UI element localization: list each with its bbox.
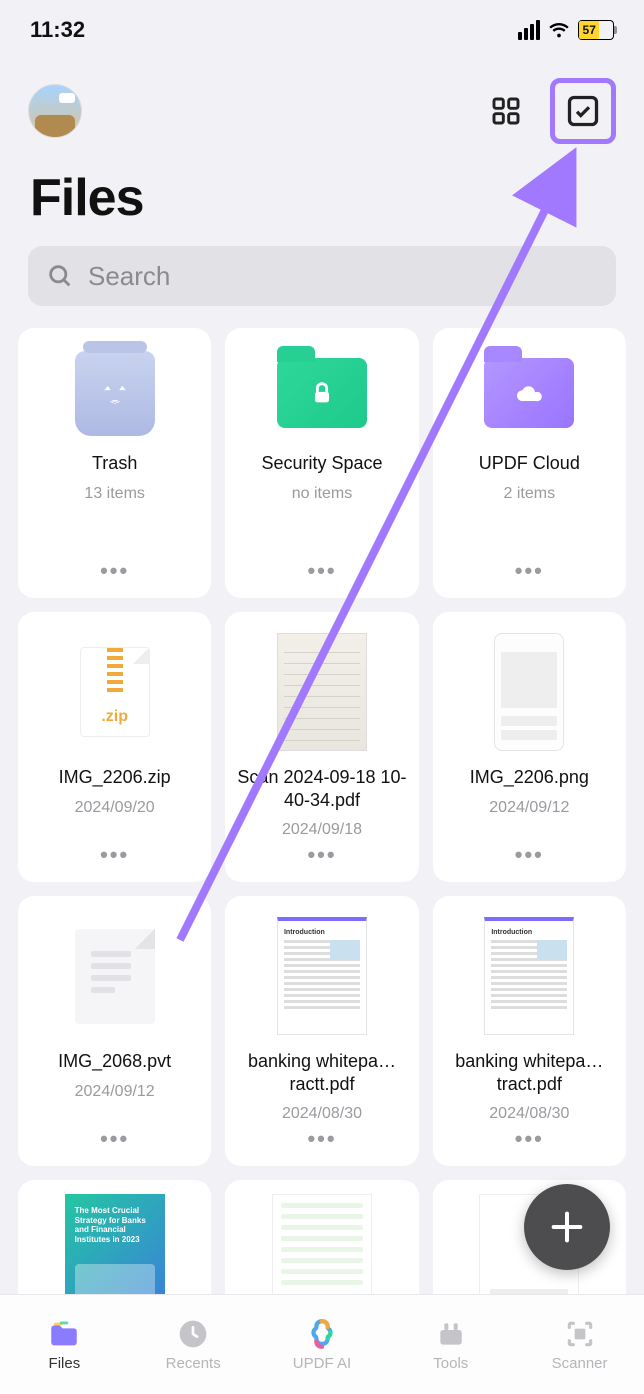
- zip-file-icon: .zip: [70, 632, 160, 752]
- battery-indicator: 57: [578, 20, 614, 40]
- tile-name: IMG_2068.pvt: [54, 1050, 175, 1073]
- document-icon: [70, 916, 160, 1036]
- battery-percent: 57: [579, 21, 599, 39]
- tab-label: Files: [49, 1355, 81, 1372]
- clock-icon: [175, 1317, 211, 1351]
- more-button[interactable]: •••: [515, 1126, 544, 1152]
- tile-subtitle: 2024/09/20: [75, 799, 155, 817]
- tab-label: Scanner: [552, 1355, 608, 1372]
- pdf-thumbnail: Introduction: [277, 916, 367, 1036]
- tile-file[interactable]: IMG_2068.pvt 2024/09/12 •••: [18, 896, 211, 1166]
- tile-name: UPDF Cloud: [475, 452, 584, 475]
- tile-subtitle: 2024/08/30: [489, 1105, 569, 1123]
- tab-label: Tools: [433, 1355, 468, 1372]
- scanner-icon: [562, 1317, 598, 1351]
- page-header: Files: [0, 60, 644, 306]
- tab-scanner[interactable]: Scanner: [525, 1317, 635, 1372]
- grid-view-button[interactable]: [484, 89, 528, 133]
- tile-name: Trash: [88, 452, 141, 475]
- tile-subtitle: 2024/09/18: [282, 821, 362, 839]
- pdf-heading: Introduction: [284, 929, 360, 936]
- pdf-thumbnail: Introduction: [484, 916, 574, 1036]
- plus-icon: [547, 1207, 587, 1247]
- image-thumbnail: [484, 632, 574, 752]
- trash-icon: [70, 348, 160, 438]
- tab-updf-ai[interactable]: UPDF AI: [267, 1317, 377, 1372]
- page-title: Files: [30, 168, 616, 228]
- search-bar[interactable]: [28, 246, 616, 306]
- tab-label: UPDF AI: [293, 1355, 351, 1372]
- tile-file[interactable]: Introduction banking whitepa…ractt.pdf 2…: [225, 896, 418, 1166]
- status-indicators: 57: [518, 19, 614, 41]
- tile-name: Scan 2024-09-18 10-40-34.pdf: [233, 766, 410, 811]
- tile-subtitle: 13 items: [84, 485, 144, 503]
- tools-icon: [433, 1317, 469, 1351]
- tile-subtitle: no items: [292, 485, 352, 503]
- tile-subtitle: 2024/09/12: [75, 1083, 155, 1101]
- tile-trash[interactable]: Trash 13 items •••: [18, 328, 211, 598]
- tab-recents[interactable]: Recents: [138, 1317, 248, 1372]
- search-icon: [46, 262, 74, 290]
- tile-subtitle: 2 items: [504, 485, 556, 503]
- tile-name: IMG_2206.zip: [55, 766, 175, 789]
- tile-subtitle: 2024/08/30: [282, 1105, 362, 1123]
- tab-files[interactable]: Files: [9, 1317, 119, 1372]
- tile-subtitle: 2024/09/12: [489, 799, 569, 817]
- zip-extension-label: .zip: [101, 708, 128, 726]
- tile-name: Security Space: [257, 452, 386, 475]
- more-button[interactable]: •••: [100, 558, 129, 584]
- tile-file[interactable]: Scan 2024-09-18 10-40-34.pdf 2024/09/18 …: [225, 612, 418, 882]
- add-button[interactable]: [524, 1184, 610, 1270]
- tile-name: banking whitepa…ractt.pdf: [233, 1050, 410, 1095]
- tab-label: Recents: [166, 1355, 221, 1372]
- cover-title: The Most Crucial Strategy for Banks and …: [75, 1206, 155, 1244]
- more-button[interactable]: •••: [307, 842, 336, 868]
- scan-thumbnail: [277, 632, 367, 752]
- status-time: 11:32: [30, 17, 85, 43]
- tile-name: IMG_2206.png: [466, 766, 593, 789]
- tile-file[interactable]: IMG_2206.png 2024/09/12 •••: [433, 612, 626, 882]
- more-button[interactable]: •••: [515, 558, 544, 584]
- status-bar: 11:32 57: [0, 0, 644, 60]
- file-grid: Trash 13 items ••• Security Space no ite…: [0, 306, 644, 1340]
- folder-cloud-icon: [484, 348, 574, 438]
- more-button[interactable]: •••: [100, 1126, 129, 1152]
- folder-secure-icon: [277, 348, 367, 438]
- more-button[interactable]: •••: [307, 1126, 336, 1152]
- cellular-signal-icon: [518, 20, 540, 40]
- tile-file[interactable]: .zip IMG_2206.zip 2024/09/20 •••: [18, 612, 211, 882]
- more-button[interactable]: •••: [515, 842, 544, 868]
- select-mode-button[interactable]: [550, 78, 616, 144]
- avatar[interactable]: [28, 84, 82, 138]
- grid-icon: [490, 95, 522, 127]
- pdf-heading: Introduction: [491, 929, 567, 936]
- more-button[interactable]: •••: [100, 842, 129, 868]
- tab-bar: Files Recents UPDF AI Tools: [0, 1294, 644, 1394]
- wifi-icon: [548, 19, 570, 41]
- search-input[interactable]: [88, 261, 598, 292]
- tile-name: banking whitepa…tract.pdf: [441, 1050, 618, 1095]
- tile-security-space[interactable]: Security Space no items •••: [225, 328, 418, 598]
- more-button[interactable]: •••: [307, 558, 336, 584]
- files-icon: [46, 1317, 82, 1351]
- tile-updf-cloud[interactable]: UPDF Cloud 2 items •••: [433, 328, 626, 598]
- ai-icon: [304, 1317, 340, 1351]
- tile-file[interactable]: Introduction banking whitepa…tract.pdf 2…: [433, 896, 626, 1166]
- checkbox-icon: [565, 93, 601, 129]
- tab-tools[interactable]: Tools: [396, 1317, 506, 1372]
